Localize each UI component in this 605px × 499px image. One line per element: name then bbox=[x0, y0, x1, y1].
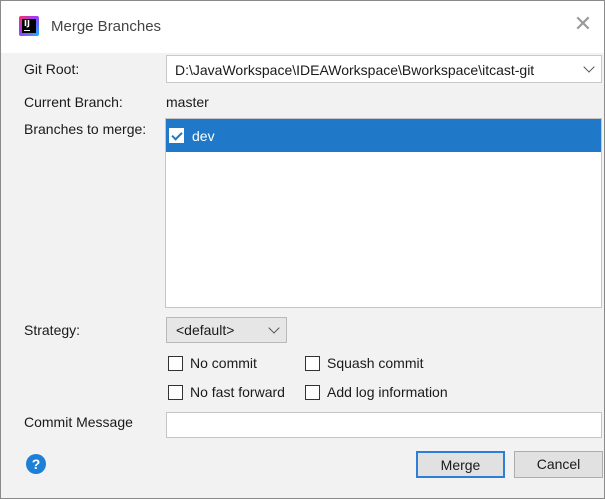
cancel-button[interactable]: Cancel bbox=[514, 451, 603, 478]
intellij-idea-icon: IJ bbox=[19, 16, 39, 36]
strategy-select[interactable]: <default> bbox=[166, 317, 287, 343]
current-branch-value: master bbox=[166, 94, 209, 110]
chevron-down-icon bbox=[268, 322, 280, 334]
squash-commit-label: Squash commit bbox=[327, 355, 424, 371]
close-icon[interactable]: ✕ bbox=[572, 13, 594, 35]
strategy-value: <default> bbox=[176, 322, 235, 338]
title-bar: IJ Merge Branches ✕ bbox=[1, 1, 604, 53]
branches-to-merge-label: Branches to merge: bbox=[24, 121, 147, 137]
window-title: Merge Branches bbox=[51, 18, 162, 35]
checkbox-box[interactable] bbox=[168, 356, 183, 371]
git-root-label: Git Root: bbox=[24, 61, 80, 77]
add-log-information-label: Add log information bbox=[327, 384, 448, 400]
strategy-label: Strategy: bbox=[24, 322, 81, 338]
no-commit-label: No commit bbox=[190, 355, 257, 371]
branch-checkbox[interactable] bbox=[169, 128, 184, 143]
checkbox-box[interactable] bbox=[168, 385, 183, 400]
no-fast-forward-label: No fast forward bbox=[190, 384, 285, 400]
checkbox-box[interactable] bbox=[305, 385, 320, 400]
chevron-down-icon bbox=[583, 61, 595, 73]
branch-name: dev bbox=[192, 128, 215, 144]
checkbox-box[interactable] bbox=[305, 356, 320, 371]
merge-branches-dialog: IJ Merge Branches ✕ Git Root: D:\JavaWor… bbox=[0, 0, 605, 499]
commit-message-label: Commit Message bbox=[24, 414, 133, 430]
git-root-value: D:\JavaWorkspace\IDEAWorkspace\Bworkspac… bbox=[175, 62, 535, 78]
branches-list[interactable]: dev bbox=[165, 118, 602, 308]
current-branch-label: Current Branch: bbox=[24, 94, 123, 110]
commit-message-input[interactable] bbox=[166, 412, 602, 438]
list-item[interactable]: dev bbox=[166, 119, 601, 152]
git-root-dropdown[interactable]: D:\JavaWorkspace\IDEAWorkspace\Bworkspac… bbox=[166, 55, 602, 83]
merge-button[interactable]: Merge bbox=[416, 451, 505, 478]
help-icon[interactable]: ? bbox=[26, 454, 46, 474]
